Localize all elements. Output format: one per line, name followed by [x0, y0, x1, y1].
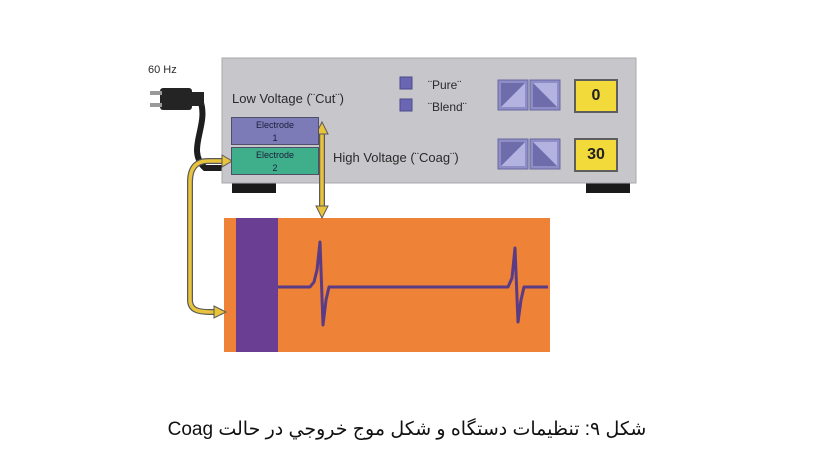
electrode-2-label: Electrode	[255, 150, 295, 160]
figure-caption: شکل ۹: تنظیمات دستگاه و شکل موج خروجي در…	[167, 419, 647, 440]
pure-mode-label: ¨Pure¨	[428, 78, 462, 92]
low-voltage-readout: 0	[574, 79, 618, 113]
high-voltage-readout: 30	[574, 138, 618, 172]
low-voltage-up-button	[497, 79, 529, 111]
pure-mode-button	[399, 76, 413, 90]
low-voltage-down-button	[529, 79, 561, 111]
electrode-2: Electrode 2	[231, 147, 319, 175]
electrode-1: Electrode 1	[231, 117, 319, 145]
waveform-bar	[236, 218, 278, 352]
electrode-1-label: Electrode	[255, 120, 295, 130]
low-voltage-label: Low Voltage (¨Cut¨)	[232, 91, 344, 106]
electrode-1-number: 1	[272, 133, 278, 143]
electrode-2-number: 2	[272, 163, 278, 173]
diagram-graphics	[150, 57, 637, 352]
blend-mode-label: ¨Blend¨	[428, 100, 467, 114]
high-voltage-label: High Voltage (¨Coag¨)	[333, 150, 459, 165]
power-frequency-label: 60 Hz	[148, 64, 177, 76]
blend-mode-button	[399, 98, 413, 112]
power-plug-icon	[150, 88, 204, 110]
high-voltage-down-button	[529, 138, 561, 170]
high-voltage-up-button	[497, 138, 529, 170]
device-foot-left	[232, 182, 276, 193]
electrosurgical-unit-figure: 60 Hz Low Voltage (¨Cut¨) High Voltage (…	[0, 0, 814, 400]
device-foot-right	[586, 182, 630, 193]
